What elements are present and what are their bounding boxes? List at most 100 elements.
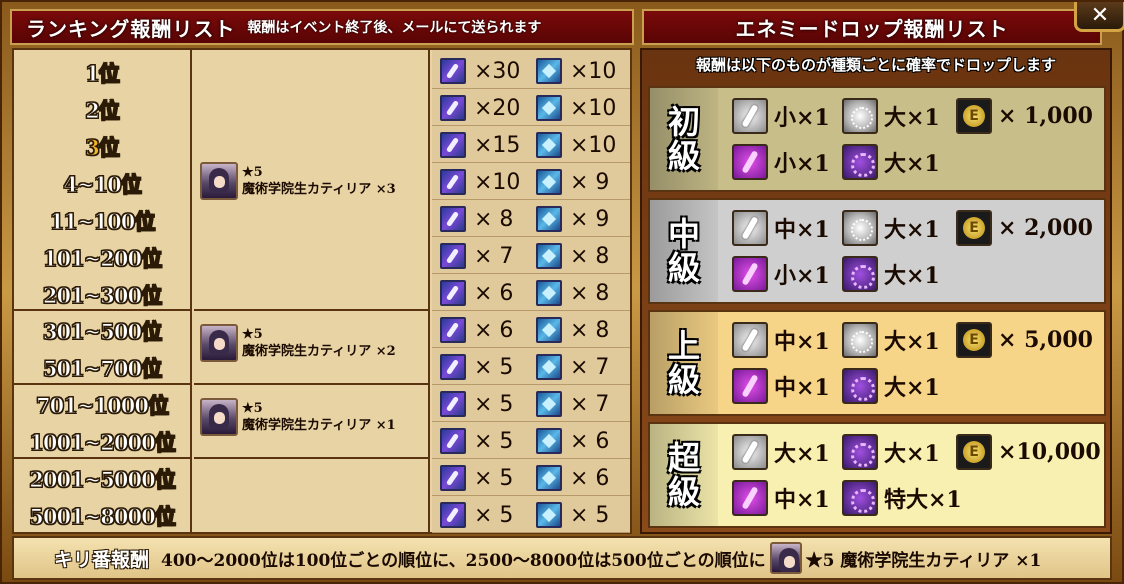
feather-reward: × 5	[440, 391, 513, 417]
drop-item: 小×1	[732, 144, 830, 180]
drop-item: 大×1	[842, 98, 940, 134]
feather-qty: ×15	[474, 132, 521, 158]
drop-item: ×10,000	[956, 434, 1101, 470]
gem-qty: × 6	[570, 428, 610, 454]
unit-reward: ★5 魔術学院生カティリア ×3	[200, 162, 396, 200]
drop-qty: 中×1	[774, 217, 830, 243]
divider	[14, 457, 190, 459]
item-reward-row: × 5 × 5	[432, 496, 630, 533]
close-button[interactable]: ✕	[1074, 2, 1124, 32]
drop-item: 大×1	[842, 210, 940, 246]
purple-ring-icon	[842, 144, 878, 180]
drop-qty: 特大×1	[884, 487, 962, 513]
drop-item: 大×1	[842, 144, 940, 180]
unit-name: 魔術学院生カティリア ×1	[242, 418, 396, 433]
drop-qty: 大×1	[884, 217, 940, 243]
gem-reward: × 6	[536, 428, 609, 454]
drop-qty: 大×1	[884, 441, 940, 467]
tier-label: 初級	[650, 88, 718, 190]
drop-qty: 大×1	[884, 263, 940, 289]
feather-qty: × 5	[474, 502, 514, 528]
enemy-drop-panel: 報酬は以下のものが種類ごとに確率でドロップします 初級小×1大×1× 1,000…	[640, 48, 1112, 534]
item-reward-row: × 6 × 8	[432, 311, 630, 348]
feather-qty: ×30	[474, 58, 521, 84]
gem-reward: ×10	[536, 58, 616, 84]
item-reward-row: × 6 × 8	[432, 274, 630, 311]
feather-qty: ×10	[474, 169, 521, 195]
gem-reward: ×10	[536, 95, 616, 121]
orb-icon	[842, 322, 878, 358]
gem-qty: × 9	[570, 206, 610, 232]
rank-label: 1001~2000位	[29, 429, 177, 455]
ranking-reward-header: ランキング報酬リスト 報酬はイベント終了後、メールにて送られます	[10, 9, 634, 45]
drop-tier: 上級中×1大×1× 5,000中×1大×1	[648, 310, 1106, 416]
unit-name: 魔術学院生カティリア ×3	[242, 182, 396, 197]
kiriban-reward-bar: キリ番報酬 400～2000位は100位ごとの順位に、2500～8000位は50…	[12, 536, 1112, 580]
feather-reward: × 8	[440, 206, 513, 232]
feather-qty: ×20	[474, 95, 521, 121]
coin-icon	[956, 98, 992, 134]
tier-label: 上級	[650, 312, 718, 414]
feather-icon	[440, 465, 466, 491]
gem-reward: × 8	[536, 317, 609, 343]
gem-qty: ×10	[570, 95, 617, 121]
close-icon: ✕	[1090, 3, 1110, 28]
feather-qty: × 5	[474, 354, 514, 380]
gem-icon	[536, 391, 562, 417]
gem-reward: × 8	[536, 243, 609, 269]
feather-icon	[440, 132, 466, 158]
tier-label-char: 初	[667, 103, 700, 141]
gem-reward: × 8	[536, 280, 609, 306]
ranking-reward-table: 1位 2位 3位 4~10位 11~100位 101~200位 201~300位…	[12, 48, 632, 534]
drop-item: 特大×1	[842, 480, 962, 516]
silver-feather-icon	[732, 322, 768, 358]
orb-icon	[842, 434, 878, 470]
kiriban-description: 400～2000位は100位ごとの順位に、2500～8000位は500位ごとの順…	[161, 550, 766, 571]
divider	[14, 309, 190, 311]
gem-reward: × 9	[536, 206, 609, 232]
kiriban-unit: ★5 魔術学院生カティリア ×1	[805, 550, 1042, 571]
tier-label: 超級	[650, 424, 718, 526]
gem-icon	[536, 58, 562, 84]
tier-drops: 中×1 大×1 × 2,000 小×1 大×1	[718, 200, 1104, 302]
coin-icon	[956, 210, 992, 246]
feather-qty: × 7	[474, 243, 514, 269]
silver-feather-icon	[732, 434, 768, 470]
drop-item: × 1,000	[956, 98, 1093, 134]
feather-icon	[440, 502, 466, 528]
rank-label: 501~700位	[42, 355, 162, 381]
silver-feather-icon	[732, 98, 768, 134]
silver-feather-icon	[732, 210, 768, 246]
drop-qty: 小×1	[774, 263, 830, 289]
gem-reward: × 6	[536, 465, 609, 491]
gem-icon	[536, 502, 562, 528]
gem-icon	[536, 206, 562, 232]
tier-label-char: 級	[667, 137, 700, 175]
drop-item: 大×1	[842, 368, 940, 404]
gem-icon	[536, 354, 562, 380]
item-reward-row: × 5 × 7	[432, 385, 630, 422]
drop-item: 中×1	[732, 368, 830, 404]
orb-icon	[842, 210, 878, 246]
rank-column: 1位 2位 3位 4~10位 11~100位 101~200位 201~300位…	[14, 50, 192, 532]
feather-icon	[440, 428, 466, 454]
unit-reward-text: ★5 魔術学院生カティリア ×3	[242, 164, 396, 198]
unit-portrait-icon	[200, 398, 238, 436]
orb-icon	[842, 98, 878, 134]
feather-qty: × 5	[474, 465, 514, 491]
item-reward-row: × 8 × 9	[432, 200, 630, 237]
enemy-drop-title: エネミードロップ報酬リスト	[735, 16, 1009, 41]
drop-item: × 2,000	[956, 210, 1093, 246]
coin-icon	[956, 434, 992, 470]
drop-item: 大×1	[842, 322, 940, 358]
drop-tier: 中級 中×1 大×1 × 2,000 小×1 大×1	[648, 198, 1106, 304]
feather-qty: × 5	[474, 391, 514, 417]
feather-qty: × 5	[474, 428, 514, 454]
gem-reward: ×10	[536, 132, 616, 158]
tier-drops: 中×1 大×1 × 5,000 中×1 大×1	[718, 312, 1104, 414]
divider	[194, 383, 428, 385]
gem-qty: × 8	[570, 280, 610, 306]
purple-feather-icon	[732, 480, 768, 516]
tier-label-char: 級	[667, 473, 700, 511]
drop-qty: 中×1	[774, 375, 830, 401]
